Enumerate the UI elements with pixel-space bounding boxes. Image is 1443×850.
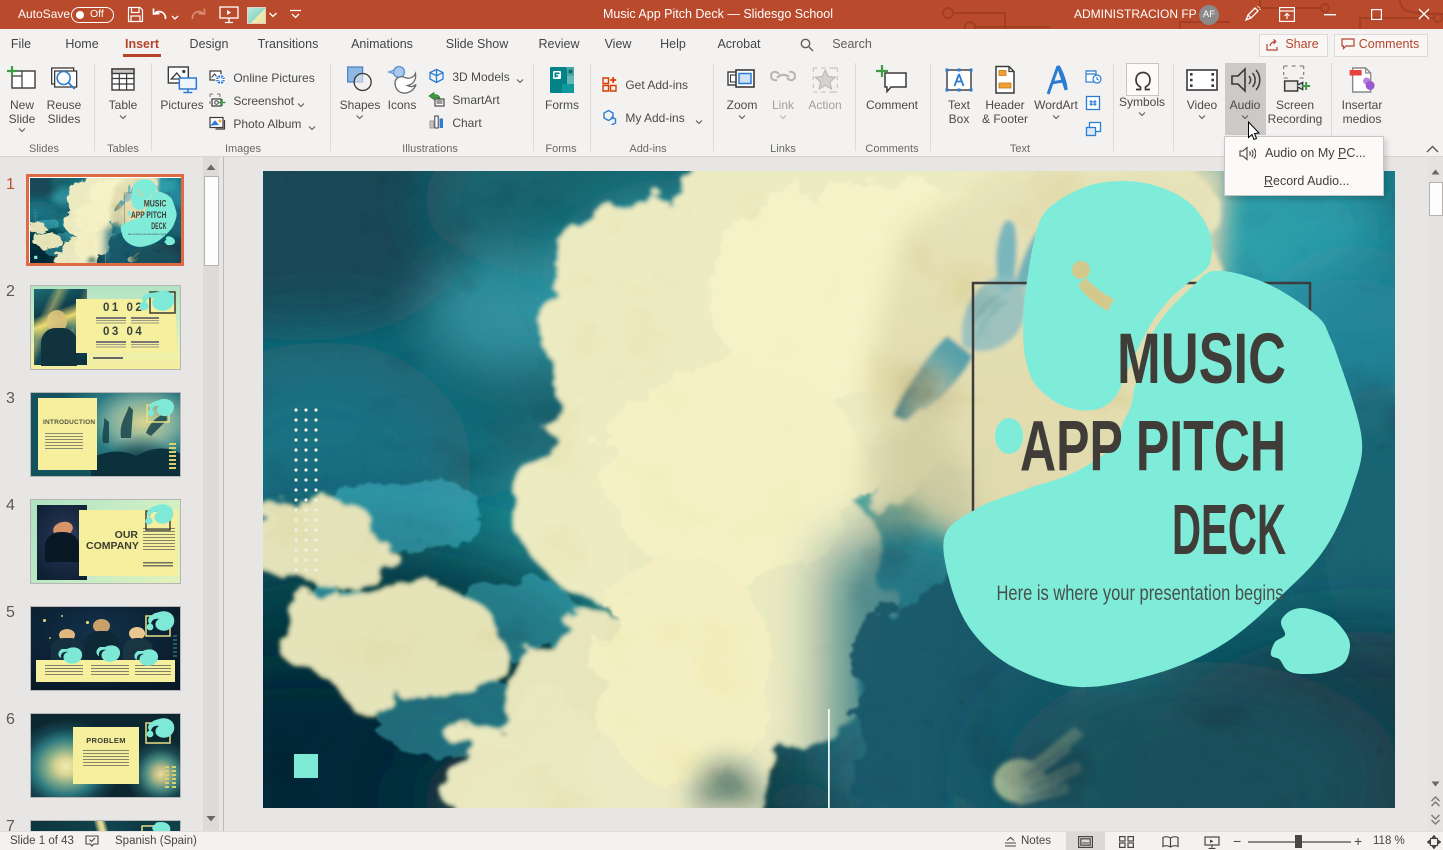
svg-text:Here is where your presentatio: Here is where your presentation begins	[997, 582, 1284, 605]
svg-text:DECK: DECK	[1172, 491, 1286, 570]
svg-text:APP PITCH: APP PITCH	[1020, 408, 1286, 487]
svg-text:MUSIC: MUSIC	[1117, 320, 1286, 399]
